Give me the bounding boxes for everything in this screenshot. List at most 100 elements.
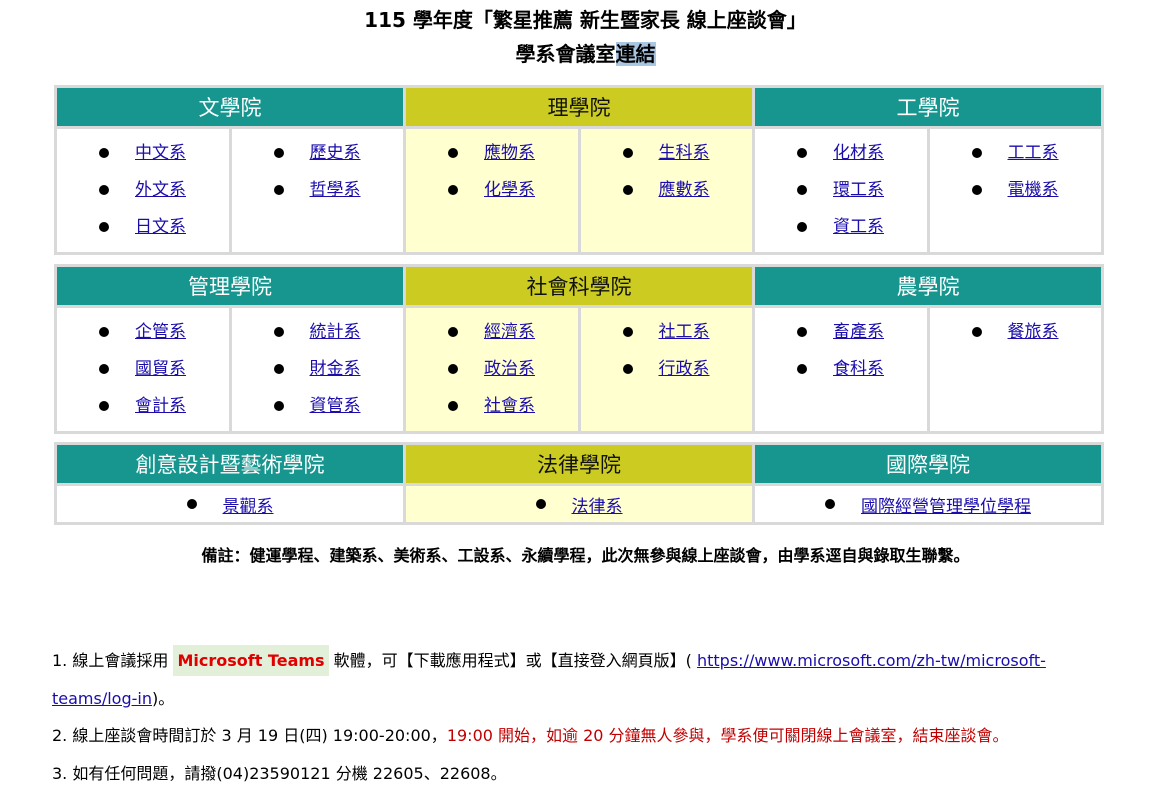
bullet-icon (971, 148, 982, 158)
bullet-icon (797, 327, 807, 337)
bullet-icon (797, 148, 807, 158)
list-item: 財金系 (273, 357, 404, 394)
college-header: 創意設計暨藝術學院 (57, 445, 403, 483)
dept-link[interactable]: 日文系 (135, 217, 186, 237)
info-item-2: 2. 線上座談會時間訂於 3 月 19 日(四) 19:00-20:00，19:… (52, 722, 1142, 746)
info-item-1: 1. 線上會議採用 Microsoft Teams 軟體，可【下載應用程式】或【… (52, 645, 1142, 676)
info-text: 軟體，可【下載應用程式】或【直接登入網頁版】( (328, 651, 697, 670)
college-header: 社會科學院 (406, 267, 752, 305)
teams-url-link[interactable]: https://www.microsoft.com/zh-tw/microsof… (697, 651, 1046, 670)
list-item: 企管系 (99, 320, 229, 357)
college-header: 法律學院 (406, 445, 752, 483)
dept-link[interactable]: 中文系 (135, 143, 186, 163)
bullet-icon (273, 185, 284, 195)
dept-link[interactable]: 國貿系 (135, 359, 186, 379)
dept-link[interactable]: 社會系 (484, 396, 535, 416)
list-item: 應物系 (448, 141, 578, 178)
college-header: 文學院 (57, 88, 403, 126)
dept-link[interactable]: 歷史系 (310, 143, 361, 163)
dept-link[interactable]: 景觀系 (223, 497, 274, 517)
list-item: 環工系 (797, 178, 927, 215)
bullet-icon (448, 327, 458, 337)
dept-link[interactable]: 法律系 (572, 497, 623, 517)
list-item: 中文系 (99, 141, 229, 178)
dept-link[interactable]: 財金系 (310, 359, 361, 379)
dept-link[interactable]: 化學系 (484, 180, 535, 200)
bullet-icon (99, 364, 109, 374)
dept-link[interactable]: 經濟系 (484, 322, 535, 342)
dept-link[interactable]: 資管系 (310, 396, 361, 416)
list-item: 食科系 (797, 357, 927, 394)
dept-link[interactable]: 餐旅系 (1008, 322, 1059, 342)
bullet-icon (825, 499, 835, 509)
dept-link[interactable]: 應數系 (659, 180, 710, 200)
info-item-1-cont: teams/log-in)。 (52, 685, 1142, 709)
college-table-1: 文學院 理學院 工學院 中文系 外文系 日文系 歷史系 哲學系 應物系 化學系 … (54, 85, 1104, 255)
list-item: 電機系 (971, 178, 1102, 215)
dept-link[interactable]: 電機系 (1008, 180, 1059, 200)
dept-link[interactable]: 企管系 (135, 322, 186, 342)
list-item: 政治系 (448, 357, 578, 394)
list-item: 日文系 (99, 215, 229, 252)
list-item: 應數系 (622, 178, 753, 215)
dept-link[interactable]: 外文系 (135, 180, 186, 200)
list-item: 社工系 (622, 320, 753, 357)
bullet-icon (186, 499, 197, 509)
list-item: 行政系 (622, 357, 753, 394)
bullet-icon (273, 148, 284, 158)
list-item: 資工系 (797, 215, 927, 252)
list-item: 工工系 (971, 141, 1102, 178)
teams-label: Microsoft Teams (173, 645, 329, 676)
dept-cell: 應物系 化學系 (406, 129, 578, 252)
info-text: )。 (151, 689, 175, 708)
bullet-icon (622, 364, 633, 374)
college-header: 理學院 (406, 88, 752, 126)
page-subtitle: 學系會議室連結 (0, 38, 1171, 67)
college-header: 管理學院 (57, 267, 403, 305)
bullet-icon (797, 185, 807, 195)
bullet-icon (99, 148, 109, 158)
dept-cell: 中文系 外文系 日文系 (57, 129, 229, 252)
bullet-icon (99, 401, 109, 411)
dept-link[interactable]: 化材系 (833, 143, 884, 163)
list-item: 化材系 (797, 141, 927, 178)
dept-link[interactable]: 畜產系 (833, 322, 884, 342)
page-title: 115 學年度「繁星推薦 新生暨家長 線上座談會」 (364, 8, 807, 32)
dept-cell: 歷史系 哲學系 (231, 129, 404, 252)
bullet-icon (99, 222, 109, 232)
warning-text: 19:00 開始，如逾 20 分鐘無人參與，學系便可關閉線上會議室，結束座談會。 (446, 726, 1009, 745)
dept-link[interactable]: 生科系 (659, 143, 710, 163)
dept-link[interactable]: 工工系 (1008, 143, 1059, 163)
dept-cell: 企管系 國貿系 會計系 (57, 308, 229, 431)
dept-link[interactable]: 環工系 (833, 180, 884, 200)
dept-cell: 經濟系 政治系 社會系 (406, 308, 578, 431)
list-item: 歷史系 (273, 141, 404, 178)
dept-link[interactable]: 資工系 (833, 217, 884, 237)
subtitle-highlight: 連結 (615, 42, 656, 66)
bullet-icon (797, 222, 807, 232)
college-header: 農學院 (755, 267, 1101, 305)
dept-cell: 畜產系 食科系 (755, 308, 927, 431)
dept-link[interactable]: 行政系 (659, 359, 710, 379)
dept-link[interactable]: 社工系 (659, 322, 710, 342)
bullet-icon (448, 364, 458, 374)
bullet-icon (448, 148, 458, 158)
dept-cell: 景觀系 (57, 486, 403, 522)
dept-cell: 生科系 應數系 (580, 129, 753, 252)
bullet-icon (622, 327, 633, 337)
dept-link[interactable]: 應物系 (484, 143, 535, 163)
list-item: 會計系 (99, 394, 229, 431)
subtitle-text: 學系會議室 (515, 42, 616, 66)
dept-link[interactable]: 政治系 (484, 359, 535, 379)
dept-link[interactable]: 統計系 (310, 322, 361, 342)
dept-link[interactable]: 哲學系 (310, 180, 361, 200)
list-item: 生科系 (622, 141, 753, 178)
dept-cell: 餐旅系 (929, 308, 1101, 431)
dept-link[interactable]: 國際經營管理學位學程 (861, 497, 1031, 517)
dept-link[interactable]: 食科系 (833, 359, 884, 379)
dept-link[interactable]: 會計系 (135, 396, 186, 416)
bullet-icon (99, 327, 109, 337)
bullet-icon (273, 327, 284, 337)
info-text: 1. 線上會議採用 (52, 651, 174, 670)
teams-url-link-cont[interactable]: teams/log-in (52, 689, 152, 708)
